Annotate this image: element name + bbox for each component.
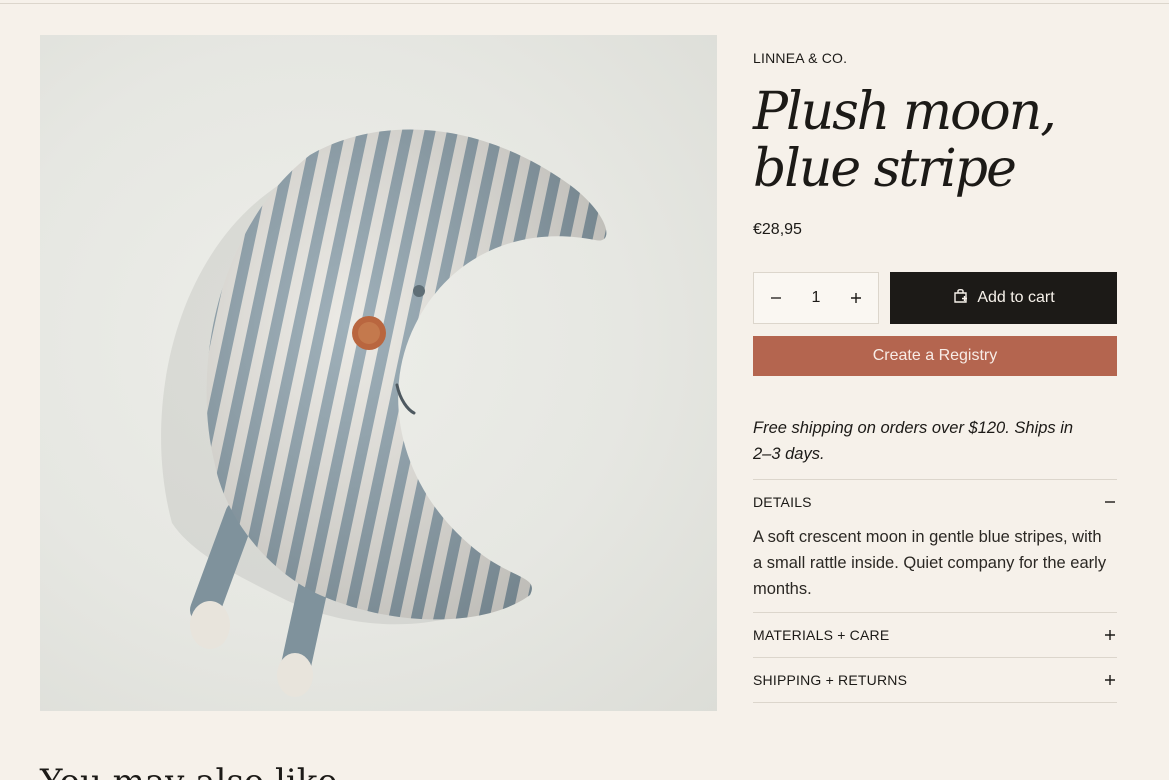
accordion-title: MATERIALS + CARE [753,627,890,643]
accordion-details-body: A soft crescent moon in gentle blue stri… [753,528,1107,598]
expand-plus-icon[interactable] [1103,628,1117,642]
title-line-2: blue stripe [753,139,1017,199]
product-price: €28,95 [753,221,802,238]
minus-icon[interactable] [768,290,784,306]
accordion-shipping-header[interactable]: SHIPPING + RETURNS [753,658,1117,702]
accordion-title: SHIPPING + RETURNS [753,672,908,688]
add-to-cart-button[interactable]: Add to cart [890,272,1117,324]
expand-plus-icon[interactable] [1103,673,1117,687]
add-to-cart-label: Add to cart [977,289,1055,306]
accordion-materials-header[interactable]: MATERIALS + CARE [753,613,1117,657]
title-line-1: Plush moon, [753,82,1057,142]
accordion-shipping-returns: SHIPPING + RETURNS [753,657,1117,703]
accordion-title: DETAILS [753,494,812,510]
plus-icon[interactable] [848,290,864,306]
accordion-materials-care: MATERIALS + CARE [753,612,1117,657]
quantity-value[interactable]: 1 [812,289,821,307]
product-image[interactable] [40,35,717,711]
shipping-note: Free shipping on orders over $120. Ships… [753,419,1074,463]
collapse-minus-icon[interactable] [1103,495,1117,509]
header-divider [0,3,1169,4]
plush-moon-illustration [161,129,607,697]
bag-icon [952,287,969,309]
accordion-details: DETAILS A soft crescent moon in gentle b… [753,479,1117,612]
quantity-stepper: 1 [753,272,879,324]
create-registry-button[interactable]: Create a Registry [753,336,1117,376]
product-title: Plush moon, blue stripe [753,84,1117,198]
related-products-heading: You may also like [40,762,338,780]
accordion-details-header[interactable]: DETAILS [753,480,1117,524]
brand-name[interactable]: LINNEA & CO. [753,50,847,66]
